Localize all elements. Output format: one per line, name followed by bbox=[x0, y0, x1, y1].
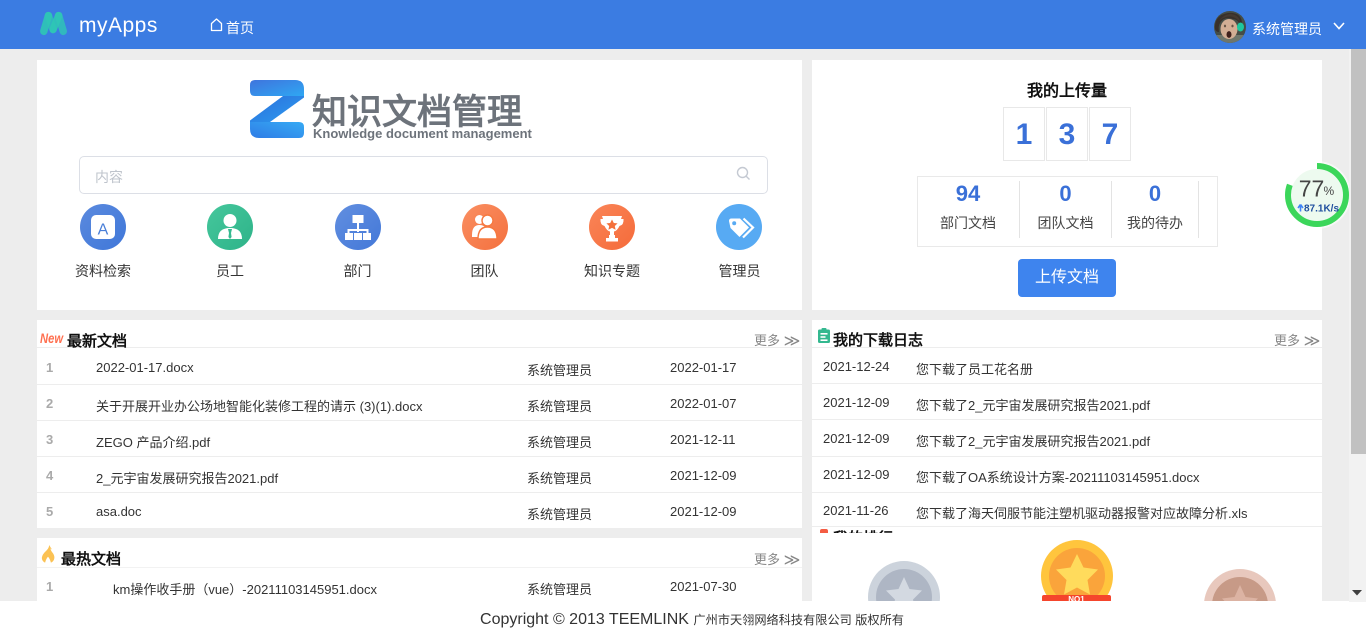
svg-text:A: A bbox=[98, 222, 109, 239]
svg-text:%: % bbox=[1324, 184, 1335, 198]
svg-text:77: 77 bbox=[1299, 175, 1325, 201]
svg-text:87.1K/s: 87.1K/s bbox=[1304, 203, 1339, 214]
